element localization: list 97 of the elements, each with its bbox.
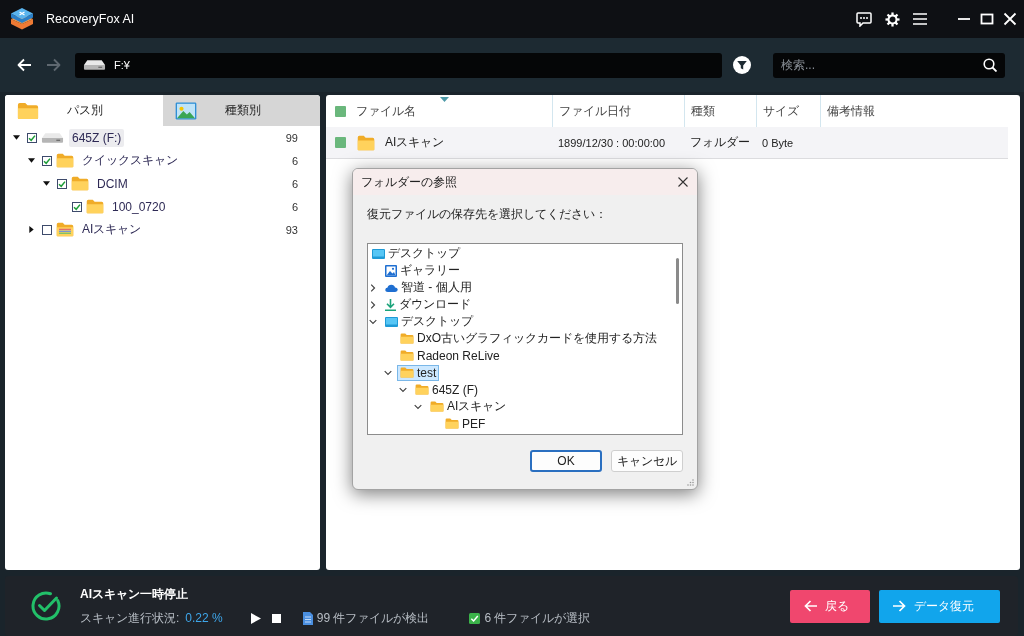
path-field[interactable]: F:¥ [75,52,722,78]
folder-tree-item[interactable]: ギャラリー [382,261,463,280]
checkbox[interactable] [42,224,52,235]
image-icon [385,264,397,277]
table-cell: AIスキャン [385,134,445,151]
folder-tree-item[interactable]: 645Z (F) [412,381,481,398]
progress-value: 0.22 % [185,611,223,625]
folder-tree-item[interactable]: PEF [442,415,489,432]
maximize-icon[interactable] [980,12,994,26]
folder-tree-item[interactable]: DxO古いグラフィックカードを使用する方法 [397,329,660,348]
chevron-right-icon[interactable] [369,283,377,292]
document-icon [302,611,313,625]
table-cell-text: 1899/12/30 : 00:00:00 [557,136,666,149]
dialog-button[interactable]: OK [530,450,602,472]
folder-tree-item[interactable]: Radeon ReLive [397,347,503,364]
tree-item[interactable]: クイックスキャン [79,150,181,171]
download-icon [385,298,396,311]
logo-icon [10,7,34,31]
striped-folder-icon [56,222,74,237]
back-arrow-icon[interactable] [17,58,31,72]
scan-status-title: AIスキャン一時停止 [80,585,188,603]
chevron-right-icon[interactable] [369,300,377,309]
filter-icon[interactable] [733,56,751,74]
folder-icon [415,384,429,395]
table-cell-text: フォルダー [689,134,750,151]
checkbox[interactable] [27,132,37,143]
chevron-down-icon[interactable] [384,368,392,377]
left-arrow-icon [804,600,817,612]
tree-item[interactable]: DCIM [94,174,131,193]
selected-count: 6 件ファイルが選択 [484,609,591,627]
tree-item[interactable]: 645Z (F:) [69,128,125,147]
menu-icon[interactable] [913,13,927,25]
file-count: 99 [285,131,298,144]
tab[interactable]: 種類別 [162,95,320,126]
progress-label: スキャン進行状況: [80,609,180,627]
column-header[interactable]: ファイル名 [356,102,416,120]
chevron-down-icon[interactable] [414,402,422,411]
folder-tree-item[interactable]: 智道 - 個人用 [382,278,475,297]
folder-tree-item[interactable]: デスクトップ [382,312,476,331]
folder-icon [400,367,414,378]
dialog-prompt: 復元ファイルの保存先を選択してください： [367,206,607,223]
checkbox[interactable] [57,178,67,189]
dialog-button[interactable]: キャンセル [611,450,683,472]
checkbox[interactable] [335,105,346,117]
chevron-down-icon[interactable] [399,385,407,394]
folder-icon [56,153,74,168]
close-icon[interactable] [678,177,688,187]
resize-grip-icon[interactable] [687,479,694,486]
folder-tree-item[interactable]: ダウンロード [382,295,474,314]
desktop-icon [372,248,385,259]
checkbox[interactable] [72,201,82,212]
stop-icon[interactable] [271,613,281,623]
chat-icon[interactable] [856,11,872,27]
folder-icon [400,333,414,344]
collapse-triangle-icon[interactable] [28,157,35,164]
checkbox-icon [469,612,481,624]
folder-icon [445,418,459,429]
app-title: RecoveryFox AI [46,12,135,26]
cloud-icon [385,283,398,292]
folder-icon [86,199,104,214]
folder-icon [430,401,444,412]
sort-arrow-icon[interactable] [440,97,449,102]
search-icon[interactable] [983,57,997,72]
checkbox[interactable] [42,155,52,166]
folder-icon [357,134,375,151]
tree-item[interactable]: AIスキャン [79,219,145,240]
settings-icon[interactable] [885,11,900,27]
folder-tree-item[interactable]: test [397,364,440,381]
folder-icon [17,101,39,120]
dialog-title: フォルダーの参照 [361,173,457,191]
folder-tree-item[interactable]: デスクトップ [369,244,463,263]
collapse-triangle-icon[interactable] [13,134,20,141]
collapse-triangle-icon[interactable] [43,180,50,187]
folder-tree-item[interactable]: AIスキャン [427,397,510,416]
folder-icon [400,350,414,361]
file-count: 6 [291,177,298,190]
desktop-icon [385,316,398,327]
image-icon [174,101,197,120]
table-cell-text: 0 Byte [761,136,794,149]
chevron-down-icon[interactable] [369,317,377,326]
drive-icon [41,131,64,144]
tree-item[interactable]: 100_0720 [109,197,169,216]
back-button[interactable]: 戻る [790,589,870,623]
folder-icon [71,176,89,191]
file-count: 6 [291,154,298,167]
right-arrow-icon [893,600,906,612]
drive-icon [83,59,106,71]
file-count: 6 [291,200,298,213]
scrollbar-thumb[interactable] [676,258,679,304]
table-row[interactable]: AIスキャン 1899/12/30 : 00:00:00 フォルダー 0 Byte [326,127,1008,159]
detected-count: 99 件ファイルが検出 [316,609,430,627]
play-icon[interactable] [250,612,261,624]
search-field[interactable]: 検索... [773,52,1005,78]
check-circle-icon [30,590,62,622]
file-count: 93 [285,223,298,236]
checkbox[interactable] [335,137,346,148]
expand-triangle-icon[interactable] [28,226,35,233]
